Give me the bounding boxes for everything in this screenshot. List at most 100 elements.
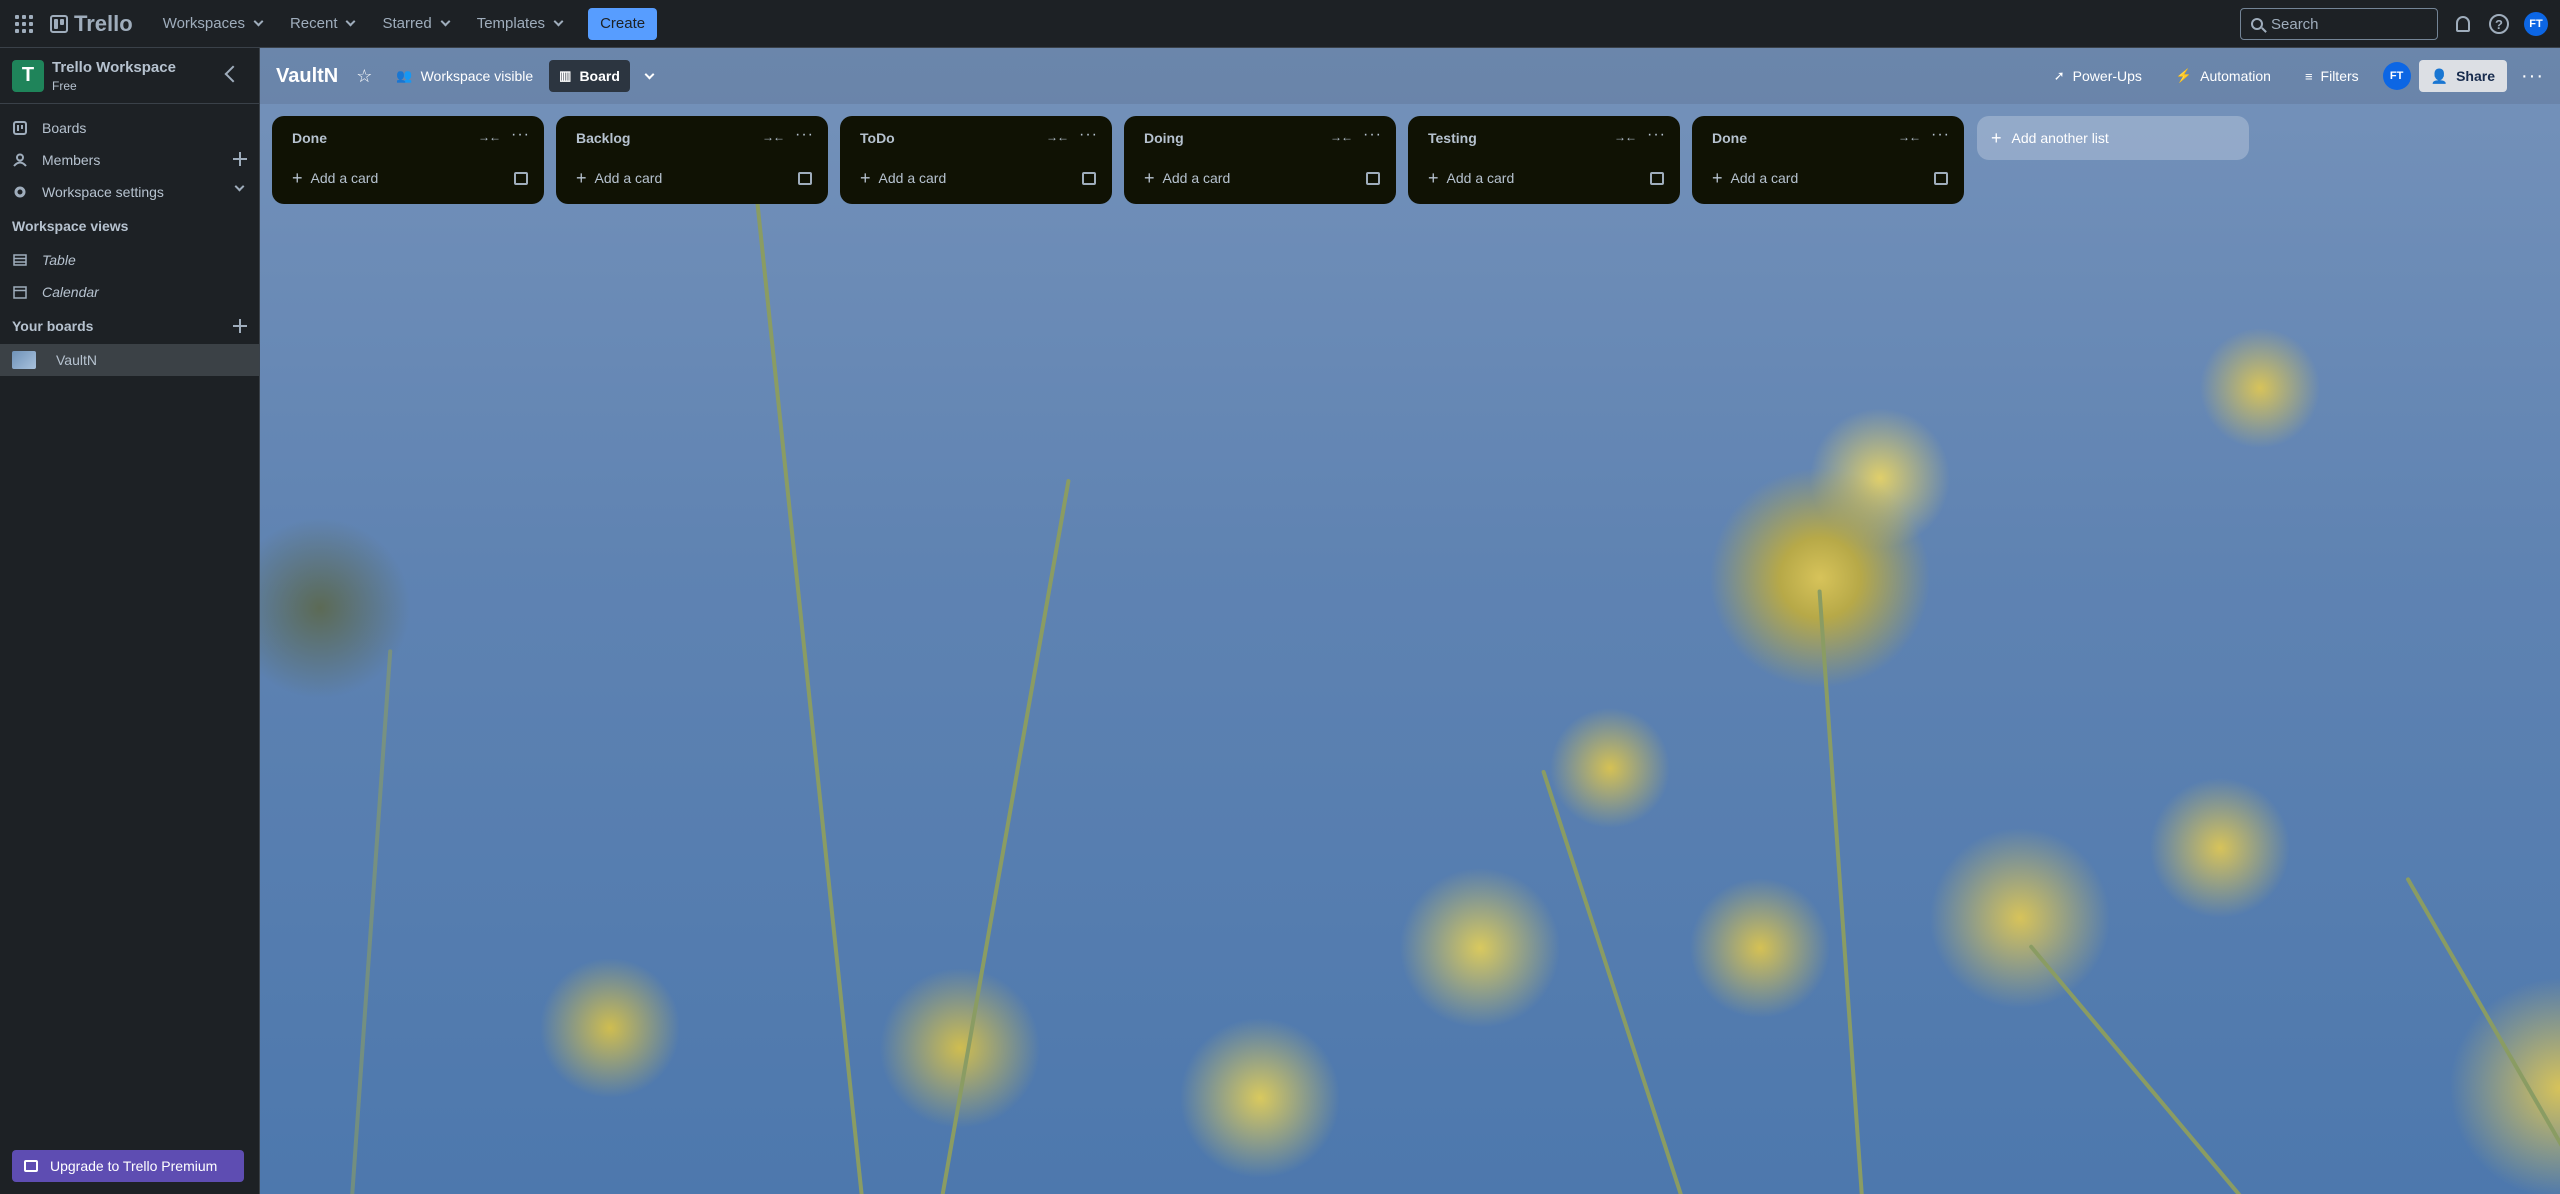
collapse-list-icon[interactable]: →← [1046,130,1069,144]
trello-logo[interactable]: Trello [50,11,133,37]
add-card-button[interactable]: + Add a card [564,162,784,194]
logo-text: Trello [74,10,133,36]
card-template-icon[interactable] [1934,172,1948,185]
collapse-list-icon[interactable]: →← [1614,130,1637,144]
notifications-button[interactable] [2452,13,2474,35]
collapse-list-icon[interactable]: →← [1330,130,1353,144]
search-icon [2251,18,2263,30]
sidebar-item-table[interactable]: Table [0,244,259,276]
power-ups-button[interactable]: ➚ Power-Ups [2044,60,2152,92]
background-stem [1541,769,1684,1194]
user-avatar[interactable]: FT [2524,12,2548,36]
nav-starred-button[interactable]: Starred [370,8,460,40]
workspace-logo[interactable]: T [12,59,44,92]
nav-templates-button[interactable]: Templates [465,8,574,40]
list-title[interactable]: Doing [1144,130,1184,146]
list-menu-icon[interactable]: ··· [1931,126,1950,144]
chevron-down-icon [440,16,451,27]
sidebar-item-boards[interactable]: Boards [0,112,259,144]
list-column: Done →← ··· + Add a card [1692,116,1964,204]
plus-icon: + [860,167,871,188]
customize-views-button[interactable] [636,60,663,92]
collapse-list-icon[interactable]: →← [762,130,785,144]
sidebar-item-label: Workspace settings [42,184,164,200]
top-navigation-bar: Trello Workspaces Recent Starred Templat… [0,0,2560,48]
list-menu-icon[interactable]: ··· [511,126,530,144]
workspace-header: T Trello Workspace Free [0,48,259,104]
list-title[interactable]: Done [292,130,327,146]
search-input[interactable] [2271,15,2421,33]
list-menu-icon[interactable]: ··· [1363,126,1382,144]
workspace-name[interactable]: Trello Workspace [52,59,176,76]
background-stem [2028,943,2244,1194]
add-card-label: Add a card [878,170,947,186]
visibility-button[interactable]: 👥 Workspace visible [386,60,543,92]
list-title[interactable]: Backlog [576,130,630,146]
add-card-label: Add a card [1162,170,1231,186]
add-card-button[interactable]: + Add a card [848,162,1068,194]
add-board-icon[interactable] [233,319,247,333]
chevron-down-icon [234,181,245,192]
chevron-down-icon [253,16,264,27]
star-icon[interactable]: ☆ [356,66,372,87]
board-canvas: VaultN ☆ 👥 Workspace visible ▥ Board ➚ Powe… [260,48,2560,1194]
card-template-icon[interactable] [798,172,812,185]
search-box[interactable] [2240,8,2438,40]
trello-logo-icon [50,14,68,33]
your-boards-label: Your boards [12,318,94,334]
automation-button[interactable]: ⚡ Automation [2166,60,2281,92]
plus-icon: + [1428,167,1439,188]
add-card-button[interactable]: + Add a card [280,162,500,194]
sidebar-item-calendar[interactable]: Calendar [0,276,259,308]
background-stem [1817,589,1864,1194]
card-template-icon[interactable] [1650,172,1664,185]
add-card-button[interactable]: + Add a card [1132,162,1352,194]
visibility-label: Workspace visible [420,68,534,84]
background-stem [2405,876,2560,1194]
upgrade-premium-button[interactable]: Upgrade to Trello Premium [12,1150,244,1182]
card-template-icon[interactable] [1082,172,1096,185]
add-card-button[interactable]: + Add a card [1700,162,1920,194]
list-menu-icon[interactable]: ··· [1647,126,1666,144]
board-thumbnail [12,351,36,369]
nav-label: Recent [289,15,338,32]
chevron-down-icon [346,16,356,27]
card-template-icon[interactable] [1366,172,1380,185]
add-card-label: Add a card [594,170,663,186]
collapse-list-icon[interactable]: →← [478,130,501,144]
add-another-list-button[interactable]: + Add another list [1977,116,2249,160]
collapse-sidebar-icon[interactable] [224,65,242,83]
add-member-icon[interactable] [233,152,247,166]
card-template-icon[interactable] [514,172,528,185]
more-menu-icon[interactable]: ··· [2515,65,2550,88]
background-stem [940,478,1071,1194]
help-button[interactable]: ? [2488,13,2510,35]
share-label: Share [2456,68,2496,84]
sidebar-item-members[interactable]: Members [0,144,259,176]
bell-icon [2456,16,2470,32]
nav-recent-button[interactable]: Recent [278,8,367,40]
list-menu-icon[interactable]: ··· [1079,126,1098,144]
create-button[interactable]: Create [588,7,658,40]
share-button[interactable]: 👤 Share [2418,60,2508,92]
plus-icon: + [576,167,587,188]
list-menu-icon[interactable]: ··· [795,126,814,144]
sidebar-item-workspace-settings[interactable]: Workspace settings [0,176,259,208]
list-title[interactable]: ToDo [860,130,895,146]
people-icon: 👥 [396,68,413,83]
lightning-icon: ⚡ [2175,68,2193,83]
list-title[interactable]: Done [1712,130,1747,146]
app-switcher-icon[interactable] [12,12,36,36]
filters-button[interactable]: ≡ Filters [2295,60,2369,92]
nav-label: Starred [382,15,432,32]
chevron-down-icon [644,69,655,79]
add-card-button[interactable]: + Add a card [1416,162,1636,194]
board-view-button[interactable]: ▥ Board [549,60,630,92]
sidebar-board-vaultn[interactable]: VaultN [0,344,259,376]
board-member-avatar[interactable]: FT [2382,62,2411,90]
board-title[interactable]: VaultN [270,65,344,88]
collapse-list-icon[interactable]: →← [1898,130,1921,144]
list-title[interactable]: Testing [1428,130,1477,146]
nav-workspaces-button[interactable]: Workspaces [151,8,274,40]
filters-label: Filters [2320,68,2359,84]
